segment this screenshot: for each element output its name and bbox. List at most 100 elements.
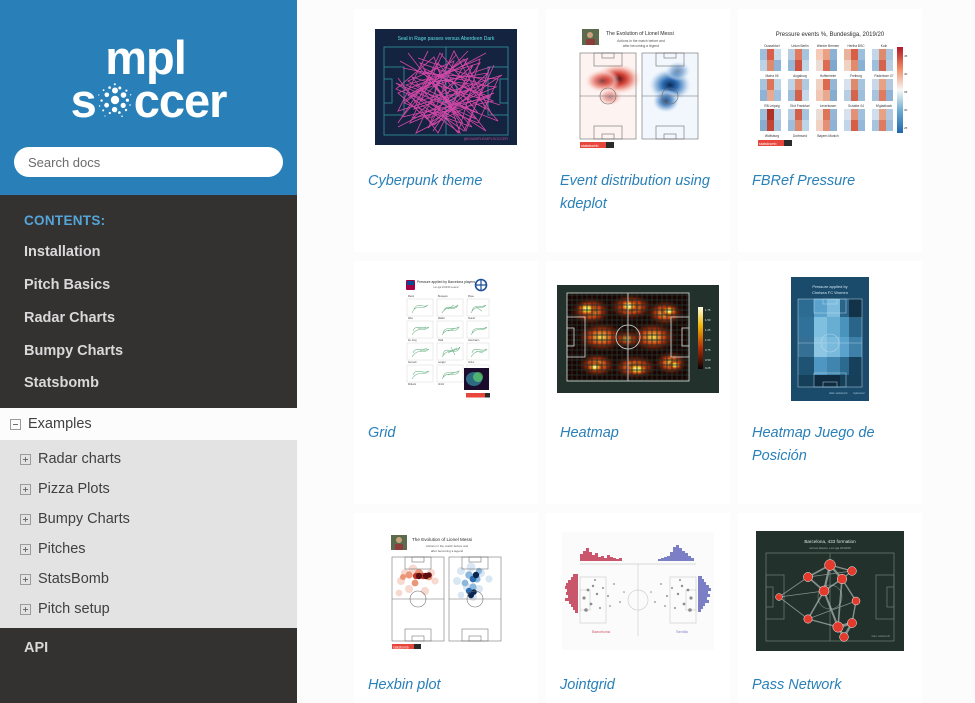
sidebar-sublist-examples: Radar charts Pizza Plots Bumpy Charts Pi…: [0, 440, 297, 629]
svg-text:Pressure events %, Bundesliga,: Pressure events %, Bundesliga, 2019/20: [776, 32, 885, 38]
jointgrid-thumb: Barcelona Sevilla: [554, 521, 722, 661]
sidebar-item-pitches[interactable]: Pitches: [0, 534, 297, 564]
sidebar-subitem-label: Bumpy Charts: [38, 511, 130, 528]
svg-text:Koln: Koln: [881, 44, 888, 48]
svg-text:Dortmund: Dortmund: [793, 134, 807, 138]
sidebar-subitem-label: Pitch setup: [38, 601, 110, 618]
svg-text:Alba: Alba: [408, 317, 413, 320]
svg-text:Dusseldorf: Dusseldorf: [764, 44, 779, 48]
gallery-card-caption: Event distribution using kdeplot: [560, 173, 710, 213]
sidebar-item-pitch-basics[interactable]: Pitch Basics: [0, 269, 297, 302]
main-content: Seal in Rage passes versus Aberdeen Dark: [297, 0, 975, 703]
svg-text:Seal in Rage passes versus Abe: Seal in Rage passes versus Aberdeen Dark: [398, 36, 495, 42]
svg-text:Semedo: Semedo: [408, 362, 417, 364]
svg-text:Lenglet: Lenglet: [438, 361, 446, 364]
sidebar-item-radar-charts[interactable]: Radar Charts: [0, 302, 297, 335]
svg-text:1.00: 1.00: [705, 338, 711, 342]
gallery-card-heatmap[interactable]: 1.75 1.50 1.25 1.00 0.75 0.50 0.25 Heatmap: [546, 261, 730, 504]
search-input[interactable]: [14, 147, 283, 177]
sidebar-item-pitch-setup[interactable]: Pitch setup: [0, 594, 297, 624]
gallery-card-caption: Heatmap Juego de Posición: [752, 425, 875, 465]
svg-text:RB Leipzig: RB Leipzig: [764, 104, 780, 108]
site-logo[interactable]: mpl s ccer: [14, 14, 283, 141]
svg-text:statsbomb: statsbomb: [581, 144, 599, 148]
sidebar-item-statsbomb[interactable]: Statsbomb: [0, 367, 297, 400]
plus-box-icon[interactable]: [20, 483, 31, 495]
gallery-card-cyberpunk-theme[interactable]: Seal in Rage passes versus Aberdeen Dark: [354, 9, 538, 252]
svg-text:Pressure applied by Barcelona: Pressure applied by Barcelona players: [416, 280, 474, 284]
svg-text:Paderborn 07: Paderborn 07: [874, 74, 894, 78]
svg-text:1.25: 1.25: [705, 328, 711, 332]
gallery-card-jointgrid[interactable]: Barcelona Sevilla Jointgrid: [546, 513, 730, 703]
heatmap-thumb: 1.75 1.50 1.25 1.00 0.75 0.50 0.25: [554, 269, 722, 409]
svg-text:data: statsbomb: data: statsbomb: [872, 634, 891, 638]
svg-text:after becoming a legend: after becoming a legend: [622, 44, 658, 48]
svg-text:Suarez: Suarez: [468, 317, 476, 320]
svg-text:Arthur: Arthur: [468, 361, 474, 364]
svg-text:versus Alaves, La Liga 2019/20: versus Alaves, La Liga 2019/20: [809, 546, 851, 550]
jointgrid-team-right-label: Sevilla: [676, 629, 689, 634]
gallery-card-hexbin-plot[interactable]: The Evolution of Lionel Messi Actions in…: [354, 513, 538, 703]
contents-label: CONTENTS:: [24, 213, 106, 228]
svg-text:M'gladbach: M'gladbach: [876, 104, 892, 108]
svg-text:Augsburg: Augsburg: [793, 74, 807, 78]
gallery-card-pass-network[interactable]: Barcelona, 433 formation versus Alaves, …: [738, 513, 922, 703]
svg-text:35: 35: [904, 90, 908, 94]
svg-text:0.25: 0.25: [705, 366, 711, 370]
sidebar-item-bumpy-charts-sub[interactable]: Bumpy Charts: [0, 504, 297, 534]
svg-text:La Liga 2019/20 season: La Liga 2019/20 season: [433, 286, 459, 289]
plus-box-icon[interactable]: [20, 573, 31, 585]
svg-text:0.75: 0.75: [705, 348, 711, 352]
svg-text:Busquets: Busquets: [438, 295, 448, 298]
svg-text:Mainz 05: Mainz 05: [766, 74, 779, 78]
gallery-card-event-distribution-kdeplot[interactable]: The Evolution of Lionel Messi Actions in…: [546, 9, 730, 252]
svg-text:De Jong: De Jong: [408, 340, 417, 342]
hexbin-thumb: The Evolution of Lionel Messi Actions in…: [362, 521, 530, 661]
svg-text:Pique: Pique: [468, 296, 475, 298]
sidebar-item-radar-charts-sub[interactable]: Radar charts: [0, 444, 297, 474]
svg-text:Rakitic: Rakitic: [438, 317, 446, 320]
cyberpunk-thumb: Seal in Rage passes versus Aberdeen Dark: [362, 17, 530, 157]
svg-text:statsbomb: statsbomb: [393, 646, 409, 650]
svg-text:Freiburg: Freiburg: [850, 74, 862, 78]
plus-box-icon[interactable]: [20, 603, 31, 615]
sidebar-item-examples[interactable]: Examples: [0, 408, 297, 441]
sidebar-item-bumpy-charts[interactable]: Bumpy Charts: [0, 335, 297, 368]
sidebar-subitem-label: Pitches: [38, 541, 86, 558]
sidebar-header: mpl s ccer Search docs: [0, 0, 297, 195]
sidebar-nav-bottom: API: [0, 628, 297, 666]
svg-text:30: 30: [904, 108, 908, 112]
plus-box-icon[interactable]: [20, 453, 31, 465]
logo-ccer: ccer: [133, 73, 228, 127]
sidebar-item-api[interactable]: API: [0, 632, 297, 665]
sidebar-item-examples-label: Examples: [28, 416, 92, 433]
svg-text:Hertha BSC: Hertha BSC: [847, 44, 865, 48]
svg-text:Chelsea FC Women: Chelsea FC Women: [812, 290, 848, 295]
svg-text:mplsoccer: mplsoccer: [853, 391, 865, 395]
sidebar-subitem-label: Pizza Plots: [38, 481, 110, 498]
gallery-card-caption: FBRef Pressure: [752, 173, 856, 189]
heatmap-juego-thumb: Pressure applied by Chelsea FC Women dat…: [746, 269, 914, 409]
sidebar-nav-top: CONTENTS: Installation Pitch Basics Rada…: [0, 195, 297, 409]
gallery-card-caption: Pass Network: [752, 677, 842, 693]
svg-text:Hoffenheim: Hoffenheim: [820, 74, 837, 78]
gallery-card-grid[interactable]: Pressure applied by Barcelona players La…: [354, 261, 538, 504]
gallery-card-heatmap-juego-de-posicion[interactable]: Pressure applied by Chelsea FC Women dat…: [738, 261, 922, 504]
sidebar-item-pizza-plots[interactable]: Pizza Plots: [0, 474, 297, 504]
sidebar-item-statsbomb-sub[interactable]: StatsBomb: [0, 564, 297, 594]
example-gallery: Seal in Rage passes versus Aberdeen Dark: [297, 0, 975, 703]
minus-box-icon[interactable]: [10, 418, 21, 430]
pass-network-thumb: Barcelona, 433 formation versus Alaves, …: [746, 521, 914, 661]
svg-text:The Evolution of Lionel Messi: The Evolution of Lionel Messi: [412, 537, 472, 542]
svg-text:Actions in the match before an: Actions in the match before and: [617, 39, 665, 43]
plus-box-icon[interactable]: [20, 513, 31, 525]
gallery-card-fbref-pressure[interactable]: Pressure events %, Bundesliga, 2019/20 D…: [738, 9, 922, 252]
svg-text:Barcelona, 433 formation: Barcelona, 433 formation: [804, 539, 856, 544]
svg-text:0.50: 0.50: [705, 358, 711, 362]
svg-text:data: statsbomb: data: statsbomb: [829, 391, 848, 395]
plus-box-icon[interactable]: [20, 543, 31, 555]
gallery-card-caption: Jointgrid: [560, 677, 615, 693]
svg-text:Eint Frankfurt: Eint Frankfurt: [790, 104, 809, 108]
sidebar: mpl s ccer Search docs CONTENTS: Install…: [0, 0, 297, 703]
sidebar-item-installation[interactable]: Installation: [0, 236, 297, 269]
